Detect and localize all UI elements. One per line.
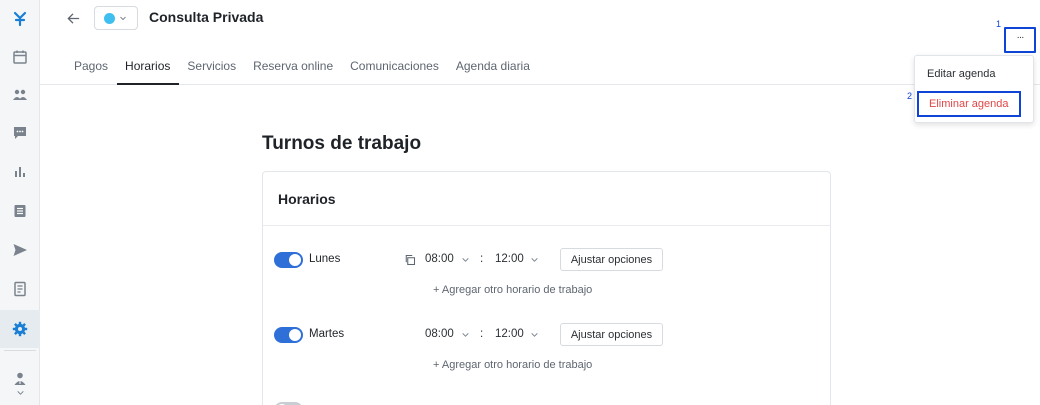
copy-icon[interactable]: [404, 254, 416, 266]
stats-icon[interactable]: [0, 152, 40, 190]
schedule-row-lunes: Lunes 08:00 : 12:00 Ajustar opciones: [263, 248, 830, 272]
menu-item-edit-agenda[interactable]: Editar agenda: [927, 68, 996, 80]
chevron-down-icon: [531, 258, 538, 262]
add-shift-link[interactable]: + Agregar otro horario de trabajo: [433, 359, 592, 371]
annotation-marker-2: 2: [907, 91, 913, 101]
section-title: Turnos de trabajo: [262, 133, 422, 154]
logo-icon[interactable]: [0, 0, 40, 38]
card-header: Horarios: [263, 172, 830, 226]
tab-horarios[interactable]: Horarios: [117, 53, 180, 85]
tab-bar: Pagos Horarios Servicios Reserva online …: [66, 53, 539, 85]
delete-agenda-label: Eliminar agenda: [929, 98, 1009, 110]
day-label: Lunes: [309, 253, 341, 265]
sidebar-divider: [4, 350, 36, 351]
menu-item-delete-agenda[interactable]: Eliminar agenda: [917, 91, 1021, 117]
day-label: Martes: [309, 328, 345, 340]
send-icon[interactable]: [0, 231, 40, 269]
day-toggle-lunes[interactable]: [274, 252, 303, 268]
tab-comunicaciones[interactable]: Comunicaciones: [342, 53, 448, 85]
time-separator: :: [480, 253, 484, 265]
page-header: Consulta Privada Pagos Horarios Servicio…: [40, 0, 1040, 123]
settings-gear-icon[interactable]: [0, 310, 40, 348]
day-toggle-martes[interactable]: [274, 327, 303, 343]
time-separator: :: [480, 328, 484, 340]
color-swatch: [104, 12, 115, 24]
start-time-select[interactable]: 08:00: [425, 253, 454, 265]
more-dots-icon: ···: [1016, 32, 1025, 43]
tab-reserva-online[interactable]: Reserva online: [245, 53, 342, 85]
sidebar: [0, 0, 40, 405]
adjust-options-button[interactable]: Ajustar opciones: [560, 248, 663, 271]
schedule-card: Horarios Lunes 08:00 : 12:00 Ajustar opc…: [262, 171, 831, 405]
tab-pagos[interactable]: Pagos: [66, 53, 117, 85]
messages-icon[interactable]: [0, 114, 40, 152]
back-arrow-icon[interactable]: [62, 8, 84, 28]
adjust-options-button[interactable]: Ajustar opciones: [560, 323, 663, 346]
schedule-row-next: [263, 398, 830, 405]
chevron-down-icon[interactable]: [0, 382, 40, 402]
more-options-menu: Editar agenda Eliminar agenda: [914, 55, 1034, 123]
tab-agenda-diaria[interactable]: Agenda diaria: [448, 53, 539, 85]
annotation-marker-1: 1: [996, 19, 1002, 29]
calendar-icon[interactable]: [0, 38, 40, 76]
schedule-row-martes: Martes 08:00 : 12:00 Ajustar opciones: [263, 323, 830, 347]
tab-servicios[interactable]: Servicios: [179, 53, 245, 85]
chevron-down-icon: [531, 333, 538, 337]
end-time-select[interactable]: 12:00: [495, 328, 524, 340]
end-time-select[interactable]: 12:00: [495, 253, 524, 265]
invoice-icon[interactable]: [0, 270, 40, 308]
records-icon[interactable]: [0, 192, 40, 230]
page-title: Consulta Privada: [149, 9, 264, 25]
start-time-select[interactable]: 08:00: [425, 328, 454, 340]
chevron-down-icon: [462, 258, 469, 262]
color-picker[interactable]: [94, 6, 138, 30]
chevron-down-icon: [120, 16, 126, 21]
add-shift-link[interactable]: + Agregar otro horario de trabajo: [433, 284, 592, 296]
chevron-down-icon: [462, 333, 469, 337]
patients-icon[interactable]: [0, 76, 40, 114]
more-options-button[interactable]: ···: [1004, 27, 1036, 53]
card-title: Horarios: [278, 191, 336, 207]
